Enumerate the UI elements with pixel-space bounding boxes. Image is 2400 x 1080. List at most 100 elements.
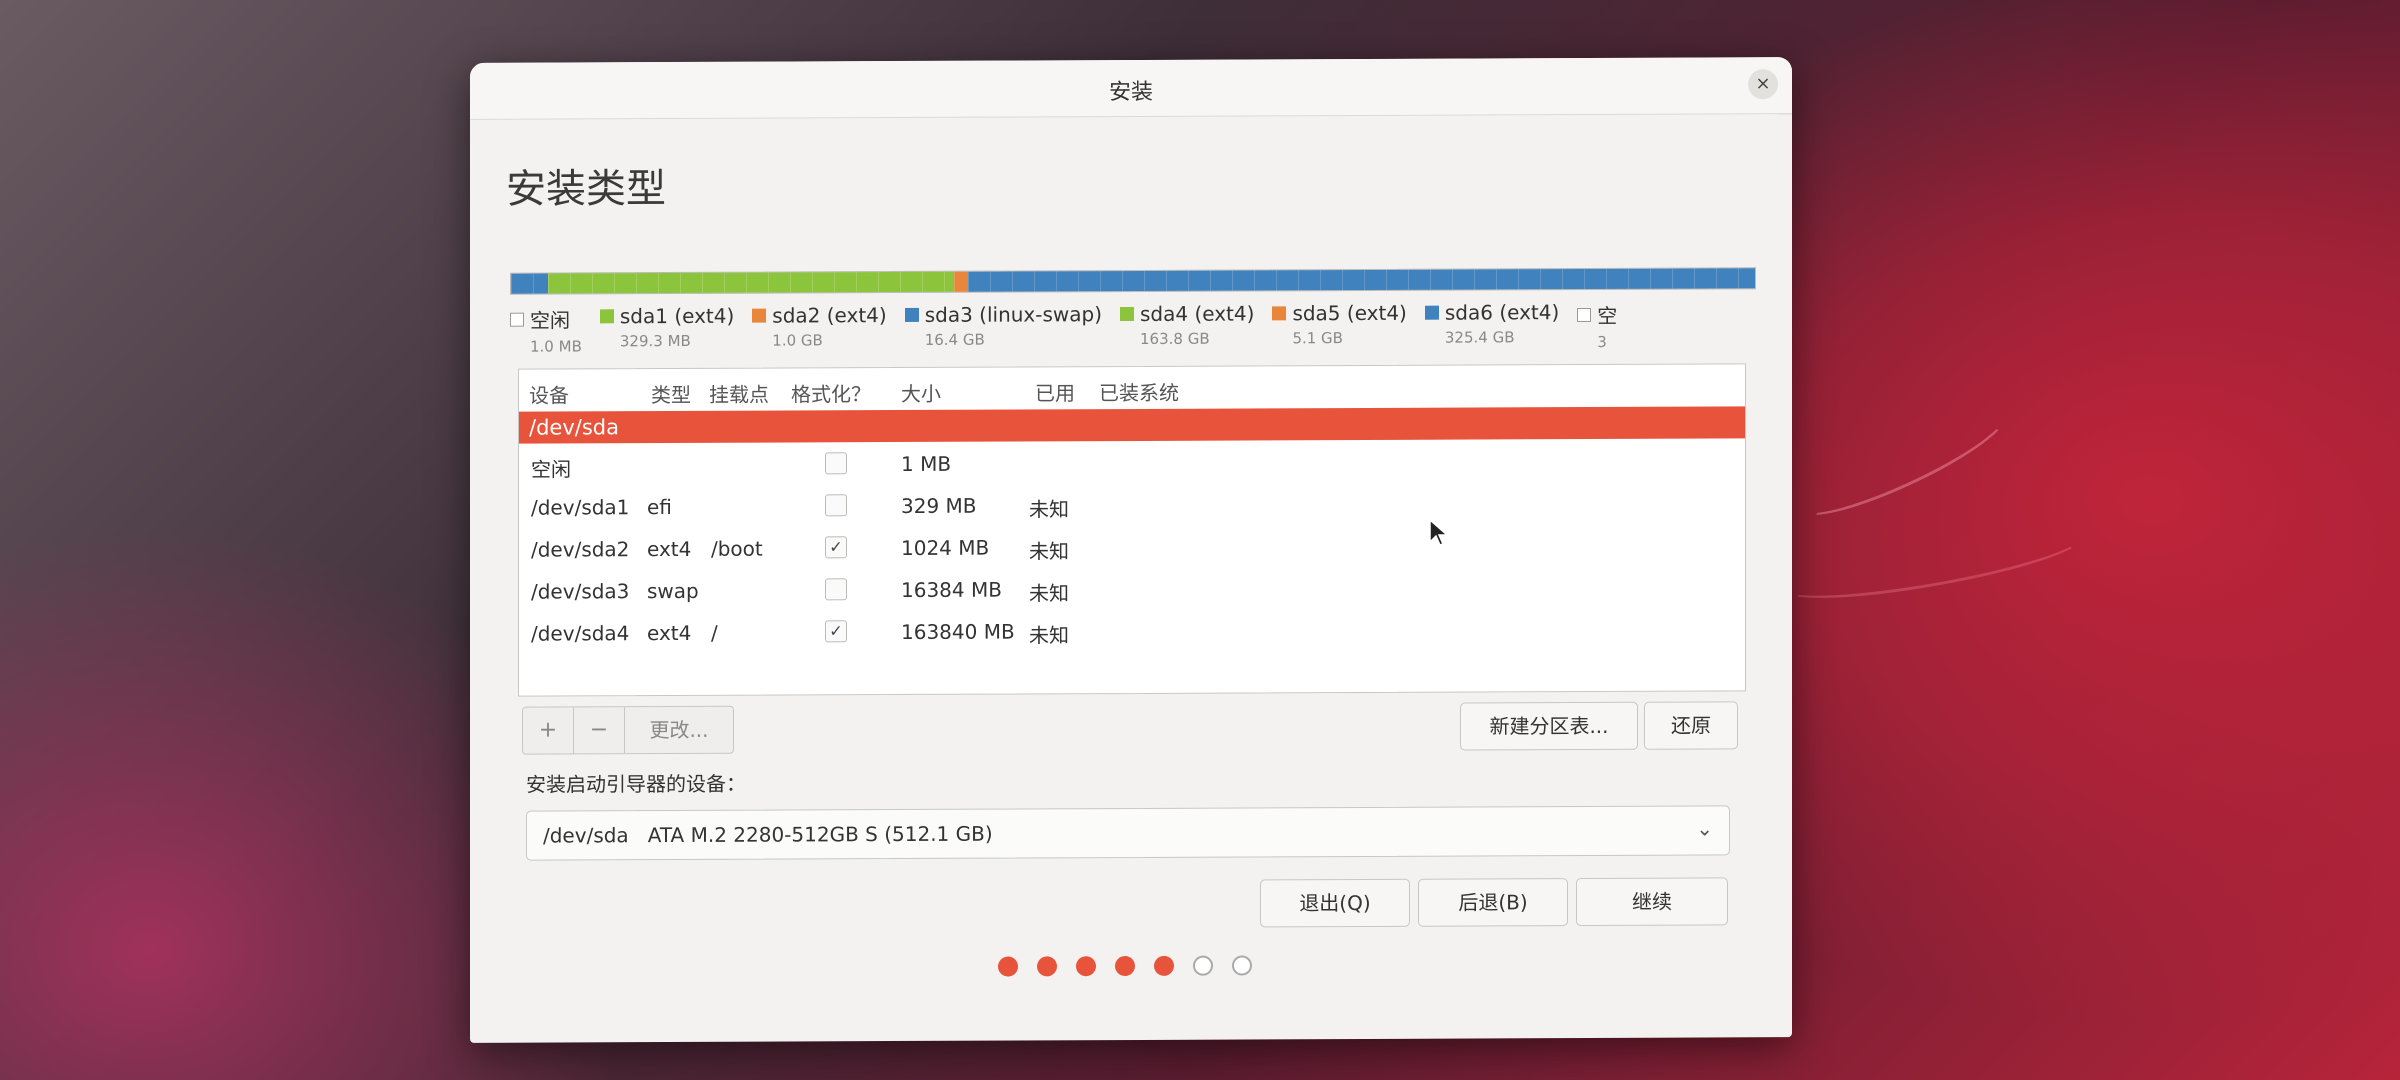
legend-size: 1.0 GB	[772, 331, 823, 350]
legend-size: 3	[1597, 332, 1607, 351]
format-checkbox[interactable]: ✓	[825, 620, 847, 643]
format-checkbox[interactable]	[825, 578, 847, 601]
cell-size: 16384 MB	[901, 577, 1002, 603]
cell-size: 1 MB	[901, 451, 952, 477]
legend-item: 空闲 1.0 MB	[510, 304, 582, 355]
legend-swatch	[1120, 306, 1135, 322]
legend-item: sda6 (ext4) 325.4 GB	[1424, 300, 1559, 347]
table-row[interactable]: /dev/sda2 ext4/boot ✓ 1024 MB 未知	[519, 522, 1745, 569]
format-checkbox[interactable]: ✓	[825, 536, 847, 559]
progress-dot	[1076, 956, 1096, 977]
cell-type: swap	[647, 578, 699, 604]
installer-dialog: 安装 × 安装类型 空闲 1.0 MB sda1 (ext4) 329.3 MB sda…	[470, 57, 1792, 1043]
col-format[interactable]: 格式化？	[791, 378, 871, 407]
legend-swatch	[510, 312, 524, 327]
change-partition-button[interactable]: 更改...	[625, 707, 733, 753]
table-row[interactable]: /dev/sda1 efi 329 MB 未知	[519, 480, 1745, 527]
legend-swatch	[1577, 307, 1592, 322]
cell-mount: /boot	[711, 536, 763, 561]
title-bar: 安装 ×	[470, 57, 1792, 120]
legend-name: 空	[1597, 303, 1618, 328]
col-used[interactable]: 已用	[1035, 377, 1075, 406]
legend-name: sda4 (ext4)	[1140, 301, 1255, 326]
progress-dots	[998, 955, 1271, 977]
legend-size: 5.1 GB	[1292, 329, 1343, 348]
window-title: 安装	[1108, 79, 1153, 106]
add-partition-button[interactable]: +	[523, 707, 574, 754]
legend-name: sda3 (linux-swap)	[924, 302, 1103, 327]
table-header: 设备 类型 挂载点 格式化？ 大小 已用 已装系统	[519, 364, 1745, 411]
bootloader-device-select[interactable]: /dev/sda ATA M.2 2280-512GB S (512.1 GB)…	[526, 805, 1730, 861]
partition-bar	[510, 267, 1756, 295]
bootloader-selected-value: /dev/sda ATA M.2 2280-512GB S (512.1 GB)	[543, 822, 993, 848]
bootloader-description: ATA M.2 2280-512GB S (512.1 GB)	[647, 821, 993, 848]
partition-toolbar: + − 更改...	[522, 705, 734, 755]
remove-partition-button[interactable]: −	[574, 707, 625, 754]
back-button[interactable]: 后退(B)	[1418, 878, 1568, 927]
bootloader-label: 安装启动引导器的设备：	[526, 771, 746, 797]
cell-type: ext4	[647, 536, 692, 562]
mouse-cursor-icon	[1429, 518, 1449, 546]
partition-segment	[968, 268, 1755, 292]
legend-item: sda4 (ext4) 163.8 GB	[1120, 301, 1254, 348]
col-system[interactable]: 已装系统	[1099, 377, 1179, 406]
disk-row[interactable]: /dev/sda	[519, 406, 1745, 444]
quit-button[interactable]: 退出(Q)	[1260, 878, 1410, 928]
table-row[interactable]: 空闲 1 MB	[519, 438, 1745, 485]
cell-used: 未知	[1029, 539, 1069, 564]
legend-swatch	[752, 308, 767, 323]
legend-size: 329.3 MB	[619, 331, 691, 351]
legend-swatch	[904, 307, 919, 322]
legend-swatch	[1272, 306, 1287, 321]
cell-device: /dev/sda2	[531, 537, 630, 562]
cell-size: 163840 MB	[901, 619, 1015, 645]
legend-size: 1.0 MB	[530, 337, 582, 355]
progress-dot	[1115, 955, 1135, 977]
cell-used: 未知	[1029, 497, 1069, 522]
chevron-down-icon: ⌄	[1696, 816, 1713, 841]
cell-used: 未知	[1029, 623, 1069, 648]
legend-item: sda3 (linux-swap) 16.4 GB	[904, 302, 1103, 349]
partition-segment	[953, 271, 969, 292]
cell-size: 329 MB	[901, 493, 977, 519]
legend-size: 325.4 GB	[1444, 328, 1515, 347]
cell-device: 空闲	[531, 457, 571, 482]
legend-size: 16.4 GB	[924, 330, 985, 349]
col-type[interactable]: 类型	[651, 379, 691, 408]
cell-type: efi	[647, 495, 672, 520]
cell-type: ext4	[647, 620, 692, 646]
partition-segment	[511, 273, 548, 294]
close-button[interactable]: ×	[1748, 69, 1778, 100]
cell-mount: /	[711, 620, 718, 645]
progress-dot	[1037, 956, 1057, 977]
progress-dot	[998, 956, 1018, 977]
progress-dot	[1154, 955, 1174, 976]
col-device[interactable]: 设备	[529, 379, 569, 408]
legend-swatch	[599, 309, 614, 324]
table-row[interactable]: /dev/sda3 swap 16384 MB 未知	[519, 564, 1745, 611]
cell-size: 1024 MB	[901, 535, 990, 561]
cell-device: /dev/sda3	[531, 579, 630, 604]
continue-button[interactable]: 继续	[1576, 877, 1728, 927]
progress-dot	[1193, 955, 1213, 976]
legend-name: 空闲	[530, 308, 570, 333]
bootloader-device: /dev/sda	[543, 823, 629, 848]
partition-table[interactable]: 设备 类型 挂载点 格式化？ 大小 已用 已装系统 /dev/sda 空闲 1 M…	[518, 363, 1746, 697]
col-mount[interactable]: 挂载点	[709, 379, 769, 408]
legend-item: 空3	[1577, 300, 1617, 351]
legend-name: sda2 (ext4)	[772, 303, 887, 328]
partition-segment	[547, 271, 954, 294]
legend-size: 163.8 GB	[1140, 329, 1210, 348]
col-size[interactable]: 大小	[901, 378, 941, 407]
format-checkbox[interactable]	[825, 452, 847, 475]
format-checkbox[interactable]	[825, 494, 847, 517]
table-row[interactable]: /dev/sda4 ext4 / ✓ 163840 MB 未知	[519, 606, 1745, 653]
wallpaper-swoosh	[1790, 394, 2016, 532]
close-icon: ×	[1755, 73, 1771, 95]
new-partition-table-button[interactable]: 新建分区表...	[1460, 701, 1638, 751]
page-title: 安装类型	[506, 166, 666, 213]
wallpaper-swoosh	[1778, 513, 2088, 613]
cell-used: 未知	[1029, 581, 1069, 606]
revert-button[interactable]: 还原	[1644, 701, 1738, 750]
legend-swatch	[1424, 305, 1439, 320]
